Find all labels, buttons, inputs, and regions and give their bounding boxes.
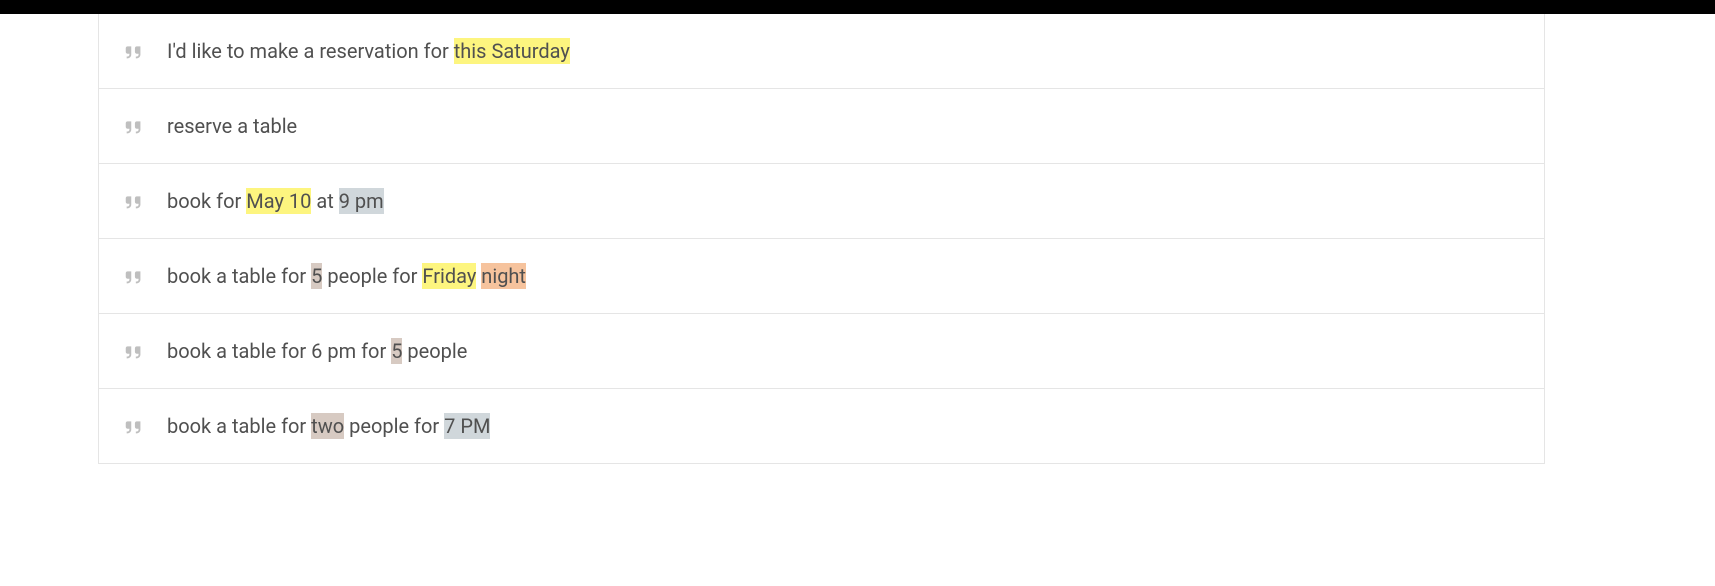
quote-icon xyxy=(123,265,145,287)
phrase-segment: book for xyxy=(167,188,246,214)
quote-icon xyxy=(123,340,145,362)
phrase-segment: book a table for xyxy=(167,263,311,289)
quote-icon xyxy=(123,190,145,212)
entity-highlight: 7 PM xyxy=(444,413,490,439)
entity-highlight: May 10 xyxy=(246,188,311,214)
quote-icon xyxy=(123,415,145,437)
quote-icon xyxy=(123,115,145,137)
quote-icon xyxy=(123,40,145,62)
training-phrase-text[interactable]: I'd like to make a reservation for this … xyxy=(167,38,570,64)
training-phrase-text[interactable]: book a table for 6 pm for 5 people xyxy=(167,338,467,364)
training-phrase-text[interactable]: book for May 10 at 9 pm xyxy=(167,188,384,214)
phrase-segment: reserve a table xyxy=(167,113,297,139)
phrase-segment: at xyxy=(311,188,338,214)
phrase-segment: people for xyxy=(344,413,444,439)
training-phrase-row[interactable]: reserve a table xyxy=(99,88,1544,164)
training-phrase-row[interactable]: book a table for 5 people for Friday nig… xyxy=(99,238,1544,314)
entity-highlight: two xyxy=(311,413,344,439)
training-phrase-row[interactable]: book a table for two people for 7 PM xyxy=(99,388,1544,464)
entity-highlight: night xyxy=(481,263,526,289)
entity-highlight: 9 pm xyxy=(339,188,384,214)
phrase-segment: book a table for xyxy=(167,413,311,439)
phrase-segment: people xyxy=(402,338,467,364)
entity-highlight: 5 xyxy=(311,263,322,289)
phrase-segment: book a table for 6 pm for xyxy=(167,338,391,364)
entity-highlight: 5 xyxy=(391,338,402,364)
training-phrase-text[interactable]: book a table for two people for 7 PM xyxy=(167,413,490,439)
phrase-segment: people for xyxy=(322,263,422,289)
entity-highlight: Friday xyxy=(422,263,476,289)
training-phrase-row[interactable]: I'd like to make a reservation for this … xyxy=(99,14,1544,89)
training-phrase-text[interactable]: book a table for 5 people for Friday nig… xyxy=(167,263,526,289)
phrase-segment: I'd like to make a reservation for xyxy=(167,38,454,64)
window-top-border xyxy=(0,0,1715,14)
training-phrase-row[interactable]: book for May 10 at 9 pm xyxy=(99,163,1544,239)
entity-highlight: this Saturday xyxy=(454,38,570,64)
training-phrase-text[interactable]: reserve a table xyxy=(167,113,297,139)
training-phrase-list: I'd like to make a reservation for this … xyxy=(98,14,1545,464)
training-phrase-row[interactable]: book a table for 6 pm for 5 people xyxy=(99,313,1544,389)
